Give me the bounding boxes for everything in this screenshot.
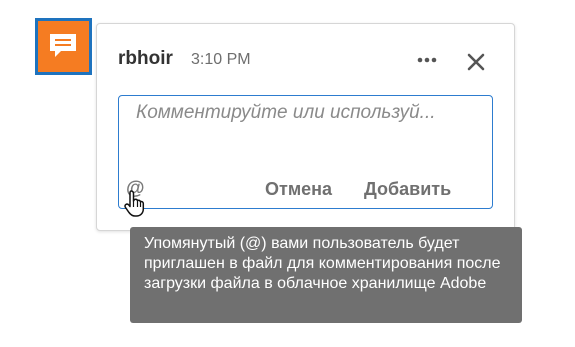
close-icon[interactable] [465, 51, 487, 73]
comment-timestamp: 3:10 PM [191, 51, 251, 68]
comment-icon [50, 34, 76, 57]
comment-marker-icon[interactable] [35, 18, 92, 75]
add-button[interactable]: Добавить [364, 179, 451, 200]
comment-placeholder: Комментируйте или используй... [136, 102, 436, 123]
hand-cursor-icon [121, 188, 151, 218]
cancel-button[interactable]: Отмена [265, 179, 332, 200]
comment-input[interactable]: Комментируйте или используй... @ Отмена … [118, 95, 493, 209]
comment-card: rbhoir 3:10 PM Комментируйте или использ… [96, 23, 515, 231]
author-name: rbhoir [118, 48, 173, 69]
mention-tooltip: Упомянутый (@) вами пользователь будет п… [130, 227, 522, 323]
more-icon[interactable] [414, 50, 442, 70]
